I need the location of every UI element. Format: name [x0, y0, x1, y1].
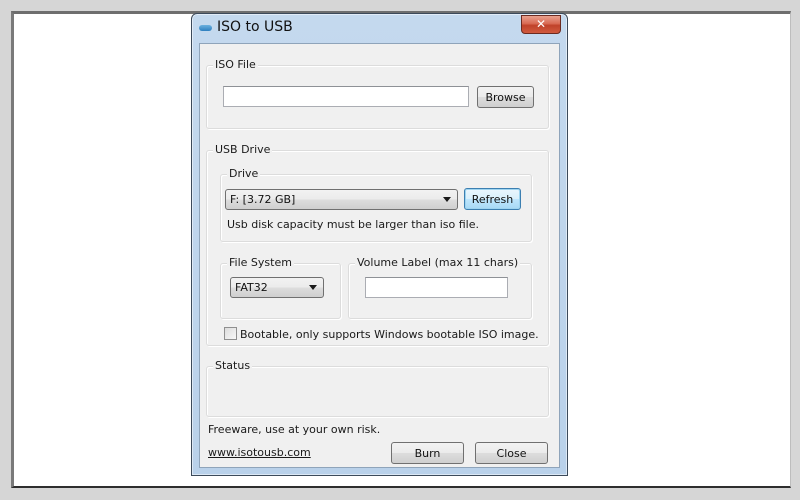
bootable-checkbox-label[interactable]: Bootable, only supports Windows bootable… — [240, 328, 539, 341]
iso-to-usb-window: ISO to USB ✕ ISO File Browse USB Drive D… — [191, 13, 568, 476]
status-group: Status — [206, 359, 549, 417]
file-system-select-value: FAT32 — [235, 281, 268, 294]
chevron-down-icon — [443, 197, 451, 202]
title-bar[interactable]: ISO to USB ✕ — [192, 14, 567, 43]
drive-capacity-hint: Usb disk capacity must be larger than is… — [227, 218, 479, 231]
freeware-disclaimer: Freeware, use at your own risk. — [208, 423, 381, 436]
file-system-group: File System FAT32 — [220, 256, 341, 319]
volume-label-group-label: Volume Label (max 11 chars) — [355, 256, 521, 269]
website-link[interactable]: www.isotousb.com — [208, 446, 311, 459]
browse-button[interactable]: Browse — [477, 86, 534, 108]
iso-file-group: ISO File Browse — [206, 58, 549, 129]
close-button[interactable]: Close — [475, 442, 548, 464]
file-system-select[interactable]: FAT32 — [230, 277, 324, 298]
volume-label-group: Volume Label (max 11 chars) — [348, 256, 532, 319]
iso-file-path-input[interactable] — [223, 86, 469, 107]
close-icon: ✕ — [535, 17, 547, 31]
drive-group: Drive F: [3.72 GB] Refresh Usb disk capa… — [220, 167, 532, 242]
burn-button[interactable]: Burn — [391, 442, 464, 464]
dialog-client-area: ISO File Browse USB Drive Drive F: [3.72… — [199, 43, 560, 468]
usb-drive-icon — [199, 25, 212, 31]
drive-select-value: F: [3.72 GB] — [230, 193, 296, 206]
usb-drive-group-label: USB Drive — [213, 143, 273, 156]
refresh-button[interactable]: Refresh — [464, 188, 521, 210]
status-group-label: Status — [213, 359, 253, 372]
bootable-checkbox[interactable] — [224, 327, 237, 340]
volume-label-input[interactable] — [365, 277, 508, 298]
drive-group-label: Drive — [227, 167, 261, 180]
window-title: ISO to USB — [217, 19, 293, 35]
chevron-down-icon — [309, 285, 317, 290]
drive-select[interactable]: F: [3.72 GB] — [225, 189, 458, 210]
file-system-group-label: File System — [227, 256, 294, 269]
window-close-button[interactable]: ✕ — [521, 15, 561, 34]
usb-drive-group: USB Drive Drive F: [3.72 GB] Refresh Usb… — [206, 143, 549, 346]
iso-file-group-label: ISO File — [213, 58, 258, 71]
